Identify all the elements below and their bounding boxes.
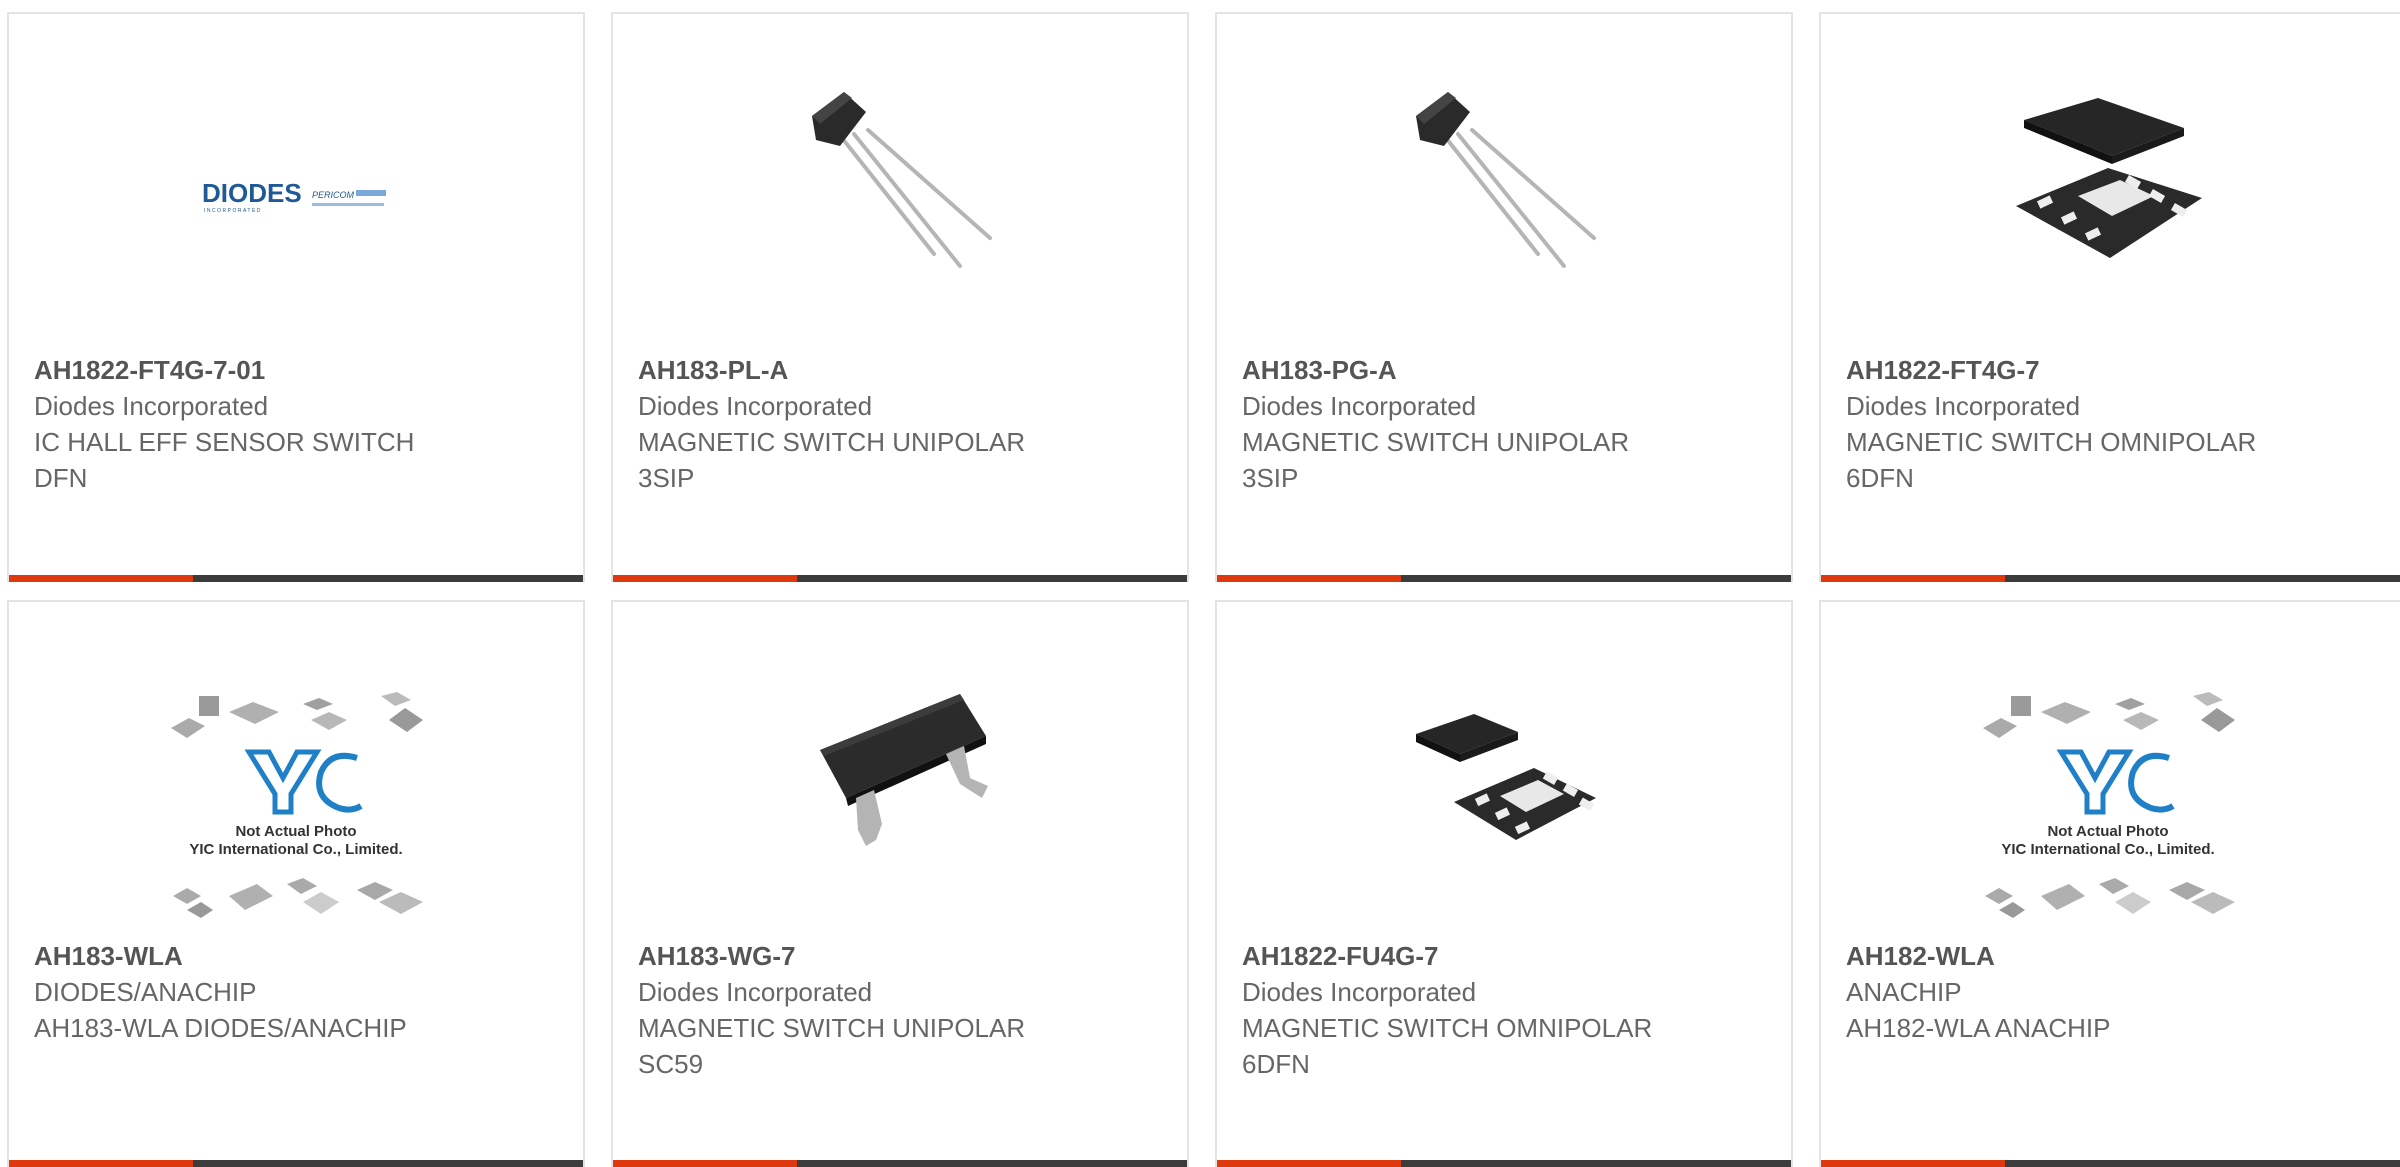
product-card[interactable]: Not Actual Photo YIC International Co., … — [1819, 600, 2400, 1167]
card-accent-bar — [1821, 575, 2005, 582]
to92-package-icon — [1416, 92, 1596, 268]
part-number-link[interactable]: AH1822-FT4G-7-01 — [34, 352, 563, 388]
dfn6-package-icon — [1416, 714, 1596, 840]
product-grid: DIODES INCORPORATED PERICOM AH1822-FT4G-… — [0, 0, 2400, 1167]
card-bottom-bar — [1821, 1160, 2400, 1167]
manufacturer: Diodes Incorporated — [1242, 391, 1477, 421]
product-image[interactable]: Not Actual Photo YIC International Co., … — [161, 690, 431, 930]
placeholder-text-1: Not Actual Photo — [2047, 823, 2168, 840]
product-image[interactable] — [1404, 674, 1604, 874]
product-card[interactable]: AH1822-FU4G-7 Diodes Incorporated MAGNET… — [1215, 600, 1793, 1167]
diodes-pericom-logo-icon: DIODES INCORPORATED PERICOM — [202, 178, 386, 214]
card-accent-bar — [613, 1160, 797, 1167]
description: MAGNETIC SWITCH UNIPOLAR SC59 — [638, 1013, 1026, 1079]
product-card[interactable]: AH1822-FT4G-7 Diodes Incorporated MAGNET… — [1819, 12, 2400, 582]
product-image[interactable] — [800, 86, 1000, 286]
manufacturer: Diodes Incorporated — [638, 391, 873, 421]
description: MAGNETIC SWITCH UNIPOLAR 3SIP — [638, 427, 1026, 493]
product-image[interactable]: Not Actual Photo YIC International Co., … — [1973, 690, 2243, 930]
sc59-package-icon — [820, 694, 988, 846]
part-number-link[interactable]: AH183-PL-A — [638, 352, 1167, 388]
product-card[interactable]: DIODES INCORPORATED PERICOM AH1822-FT4G-… — [7, 12, 585, 582]
part-number-link[interactable]: AH183-WG-7 — [638, 938, 1167, 974]
product-card[interactable]: Not Actual Photo YIC International Co., … — [7, 600, 585, 1167]
part-number-link[interactable]: AH183-WLA — [34, 938, 563, 974]
to92-package-icon — [812, 92, 992, 268]
card-accent-bar — [1821, 1160, 2005, 1167]
card-accent-bar — [9, 1160, 193, 1167]
placeholder-text-2: YIC International Co., Limited. — [2001, 841, 2214, 858]
description: MAGNETIC SWITCH UNIPOLAR 3SIP — [1242, 427, 1630, 493]
description: MAGNETIC SWITCH OMNIPOLAR 6DFN — [1242, 1013, 1653, 1079]
manufacturer: Diodes Incorporated — [34, 391, 269, 421]
card-bottom-bar — [613, 1160, 1187, 1167]
card-accent-bar — [9, 575, 193, 582]
product-image[interactable] — [800, 674, 1000, 874]
logo-subtext: INCORPORATED — [204, 208, 262, 214]
manufacturer: ANACHIP — [1846, 977, 1962, 1007]
yic-placeholder-icon: Not Actual Photo YIC International Co., … — [1983, 692, 2235, 918]
card-accent-bar — [1217, 575, 1401, 582]
placeholder-text-1: Not Actual Photo — [235, 823, 356, 840]
manufacturer: Diodes Incorporated — [638, 977, 873, 1007]
description: IC HALL EFF SENSOR SWITCH DFN — [34, 427, 415, 493]
part-number-link[interactable]: AH183-PG-A — [1242, 352, 1771, 388]
placeholder-text-2: YIC International Co., Limited. — [189, 841, 402, 858]
product-card[interactable]: AH183-PL-A Diodes Incorporated MAGNETIC … — [611, 12, 1189, 582]
description: AH183-WLA DIODES/ANACHIP — [34, 1013, 407, 1043]
dfn6-package-icon — [2016, 98, 2202, 258]
card-bottom-bar — [1821, 575, 2400, 582]
card-accent-bar — [613, 575, 797, 582]
product-card[interactable]: AH183-WG-7 Diodes Incorporated MAGNETIC … — [611, 600, 1189, 1167]
part-number-link[interactable]: AH1822-FU4G-7 — [1242, 938, 1771, 974]
card-accent-bar — [1217, 1160, 1401, 1167]
product-card[interactable]: AH183-PG-A Diodes Incorporated MAGNETIC … — [1215, 12, 1793, 582]
description: AH182-WLA ANACHIP — [1846, 1013, 2111, 1043]
card-bottom-bar — [1217, 575, 1791, 582]
card-bottom-bar — [9, 575, 583, 582]
manufacturer: Diodes Incorporated — [1242, 977, 1477, 1007]
card-bottom-bar — [613, 575, 1187, 582]
part-number-link[interactable]: AH182-WLA — [1846, 938, 2387, 974]
product-image[interactable] — [2008, 86, 2208, 286]
logo-text2: PERICOM — [312, 190, 355, 200]
card-bottom-bar — [1217, 1160, 1791, 1167]
manufacturer: Diodes Incorporated — [1846, 391, 2081, 421]
logo-text: DIODES — [202, 178, 302, 208]
description: MAGNETIC SWITCH OMNIPOLAR 6DFN — [1846, 427, 2257, 493]
part-number-link[interactable]: AH1822-FT4G-7 — [1846, 352, 2387, 388]
card-bottom-bar — [9, 1160, 583, 1167]
yic-placeholder-icon: Not Actual Photo YIC International Co., … — [171, 692, 423, 918]
product-image[interactable] — [1404, 86, 1604, 286]
manufacturer: DIODES/ANACHIP — [34, 977, 257, 1007]
product-image[interactable]: DIODES INCORPORATED PERICOM — [196, 86, 396, 286]
